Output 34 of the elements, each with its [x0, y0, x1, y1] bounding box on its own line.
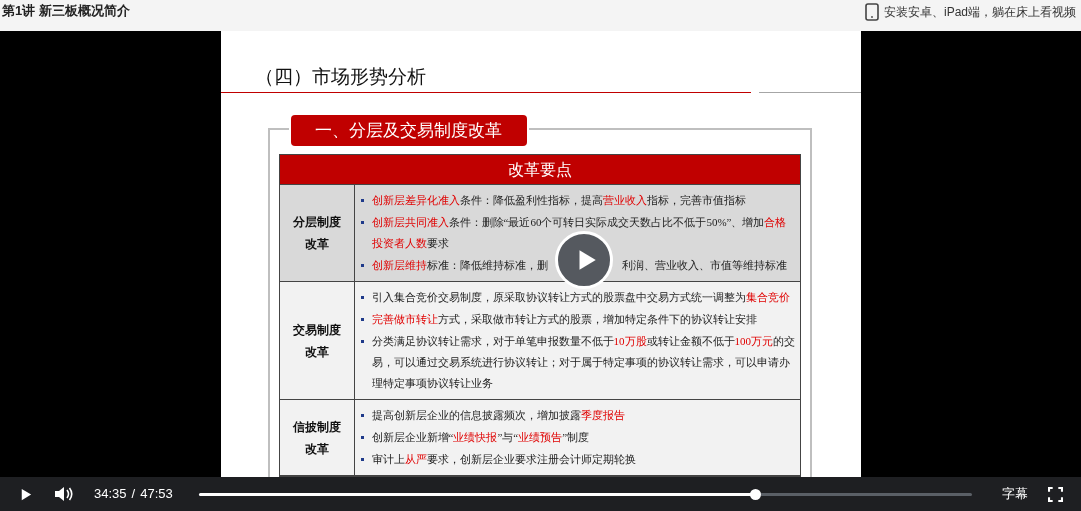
bullet-icon: [360, 264, 364, 267]
bullet-text: 分类满足协议转让需求，对于单笔申报数量不低于10万股或转让金额不低于100万元的交易，可以通过交易系统进行协议转让；对于属于特定事项的协议转让需求，可以申请办理特定事项协议转让业务: [371, 334, 796, 391]
slide-title: （四）市场形势分析: [254, 66, 426, 87]
progress-thumb[interactable]: [750, 488, 762, 500]
bullet-icon: [360, 318, 364, 321]
app-promo-link[interactable]: 安装安卓、iPad端，躺在床上看视频: [883, 3, 1076, 21]
lesson-title: 第1讲 新三板概况简介: [2, 2, 130, 20]
bullet-text: 引入集合竞价交易制度，原采取协议转让方式的股票盘中交易方式统一调整为集合竞价: [371, 290, 790, 305]
bullet-icon: [360, 436, 364, 439]
bullet-icon: [360, 199, 364, 202]
bullet-text: 提高创新层企业的信息披露频次，增加披露季度报告: [371, 408, 625, 423]
bullet-text: 审计上从严要求，创新层企业要求注册会计师定期轮换: [371, 452, 636, 467]
duration: 47:53: [140, 485, 173, 504]
bullet-icon: [360, 340, 364, 343]
tablet-icon: [864, 3, 879, 21]
bullet-icon: [360, 221, 364, 224]
time-separator: /: [131, 485, 136, 504]
bullet-text: 完善做市转让方式，采取做市转让方式的股票，增加特定条件下的协议转让安排: [371, 312, 757, 327]
volume-icon[interactable]: [54, 486, 74, 502]
current-time: 34:35: [94, 485, 127, 504]
row-label: 分层制度改革: [291, 214, 342, 253]
bullet-icon: [360, 296, 364, 299]
fullscreen-icon[interactable]: [1048, 486, 1063, 502]
bullet-text: 创新层共同准入条件：删除“最近60个可转日实际成交天数占比不低于50%”、增加合格投资者人数要求: [371, 215, 788, 251]
row-label: 信披制度改革: [291, 418, 342, 458]
table-header: 改革要点: [279, 155, 800, 185]
bullet-text: 创新层差异化准入条件：降低盈利性指标，提高营业收入指标，完善市值指标: [371, 193, 746, 208]
bullet-icon: [360, 414, 364, 417]
row-label: 交易制度改革: [291, 321, 342, 361]
subtitles-button[interactable]: 字幕: [1002, 484, 1028, 504]
bullet-text: 创新层企业新增“业绩快报”与“业绩预告”制度: [371, 430, 590, 445]
bullet-icon: [360, 458, 364, 461]
bullet-text: 利润、营业收入、市值等维持标准: [621, 258, 787, 273]
bullet-text: 创新层维持标准：降低维持标准，删: [371, 258, 548, 273]
